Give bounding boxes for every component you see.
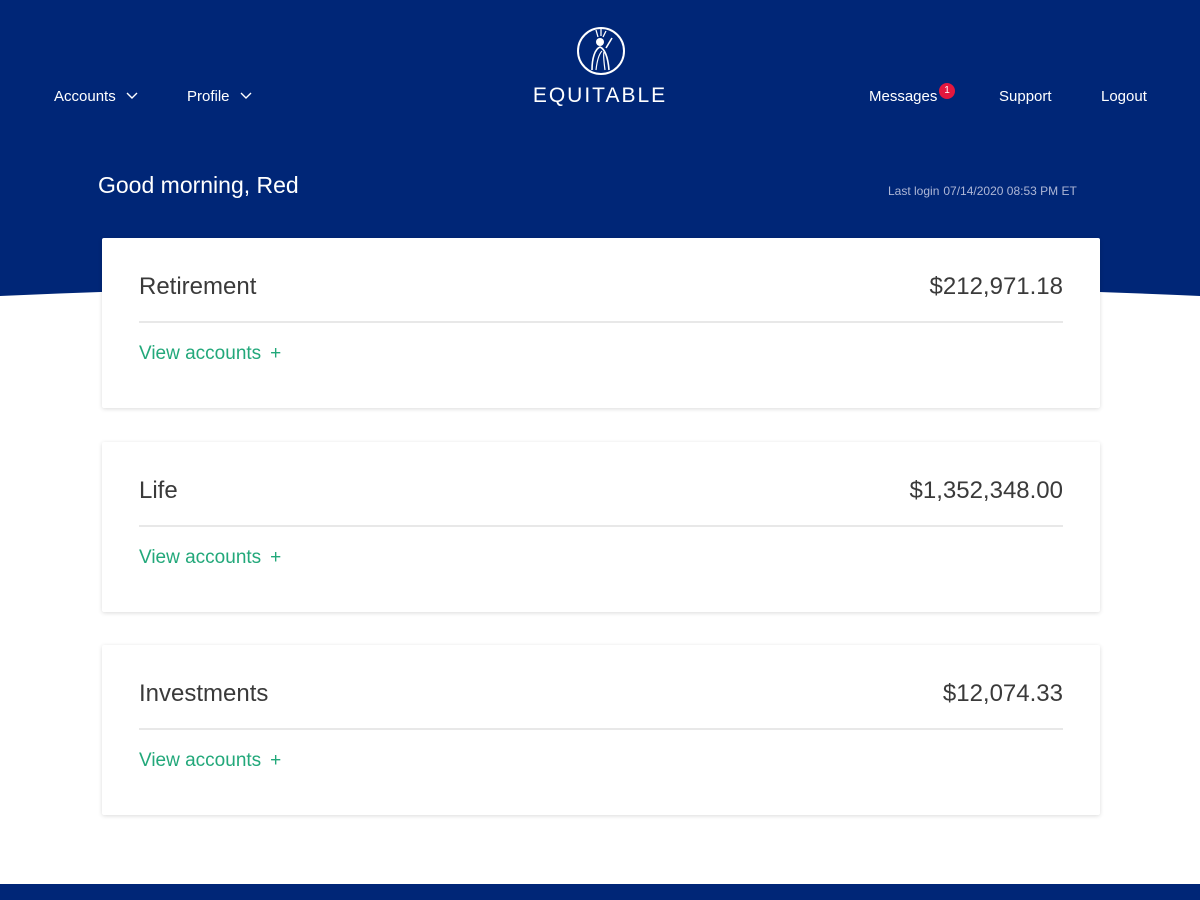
card-title: Investments [139,680,269,707]
card-amount: $1,352,348.00 [909,477,1063,504]
nav-messages-link[interactable]: Messages [869,86,937,108]
greeting-heading: Good morning, Red [98,172,299,198]
plus-icon: + [270,750,282,771]
chevron-down-icon [240,92,252,99]
last-login-info: Last login 07/14/2020 08:53 PM ET [888,183,1077,199]
retirement-card: Retirement $212,971.18 View accounts + [102,238,1100,408]
view-accounts-label: View accounts [139,750,262,771]
last-login-value: 07/14/2020 08:53 PM ET [943,184,1077,198]
last-login-label: Last login [888,184,940,198]
nav-logout-label: Logout [1101,88,1147,105]
nav-support-link[interactable]: Support [999,86,1052,108]
brand-name: EQUITABLE [532,84,668,107]
nav-logout-link[interactable]: Logout [1101,86,1147,108]
card-title: Life [139,477,178,504]
life-card: Life $1,352,348.00 View accounts + [102,442,1100,612]
nav-accounts-menu[interactable]: Accounts [54,86,138,108]
investments-card: Investments $12,074.33 View accounts + [102,645,1100,815]
card-divider [139,525,1063,527]
chevron-down-icon [126,92,138,99]
card-divider [139,728,1063,730]
nav-support-label: Support [999,88,1052,105]
view-accounts-link[interactable]: View accounts + [139,546,281,570]
view-accounts-link[interactable]: View accounts + [139,749,281,773]
footer-bar [0,884,1200,900]
card-amount: $12,074.33 [942,680,1063,707]
messages-count-badge: 1 [939,83,955,99]
view-accounts-link[interactable]: View accounts + [139,342,281,366]
nav-accounts-label: Accounts [54,88,116,105]
plus-icon: + [270,343,282,364]
card-amount: $212,971.18 [929,273,1063,300]
nav-profile-label: Profile [187,88,230,105]
card-title: Retirement [139,273,257,300]
nav-profile-menu[interactable]: Profile [187,86,252,108]
view-accounts-label: View accounts [139,547,262,568]
nav-messages-label: Messages [869,88,938,105]
card-divider [139,321,1063,323]
lady-liberty-logo-icon[interactable] [576,26,626,76]
view-accounts-label: View accounts [139,343,262,364]
plus-icon: + [270,547,282,568]
